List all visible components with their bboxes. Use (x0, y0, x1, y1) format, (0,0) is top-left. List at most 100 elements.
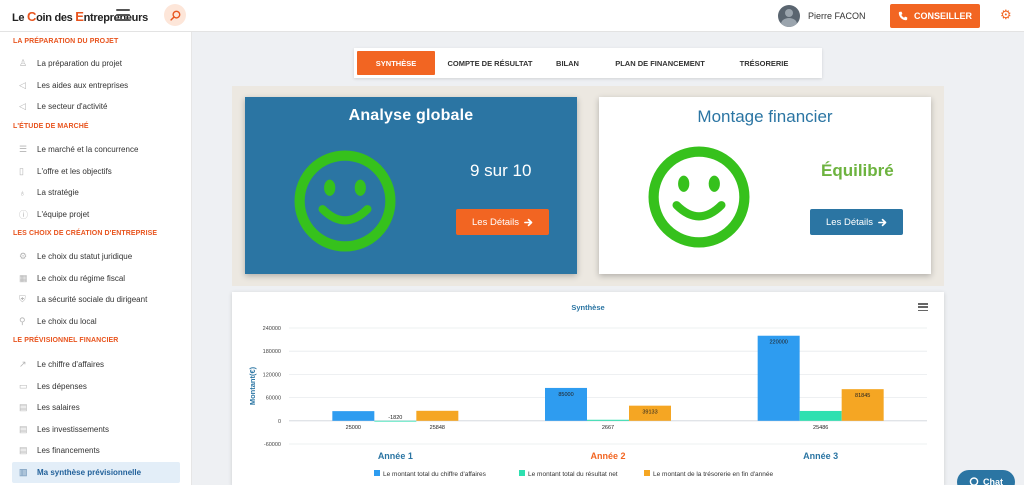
synthese-chart: Synthèse -60000 0 60000 120000 180000 240000 Mo… (248, 303, 927, 478)
smiley-icon (648, 146, 750, 248)
tab-plan-de-financement[interactable]: PLAN DE FINANCEMENT (590, 48, 730, 78)
sidebar-item[interactable]: ▯ L'offre et les objectifs (12, 161, 180, 182)
trend-icon: ↗ (19, 359, 27, 369)
sidebar-item-label: Les financements (37, 446, 100, 455)
search-icon (169, 10, 180, 21)
sidebar-item[interactable]: ⚲ Le choix du local (12, 311, 180, 332)
y-tick-label: 60000 (266, 396, 281, 402)
sidebar-item-label: Le choix du local (37, 316, 97, 326)
table-icon: ▤ (19, 445, 28, 455)
analyse-globale-card: Analyse globale 9 sur 10 Les Détails (245, 97, 577, 274)
data-label: 25486 (813, 425, 828, 431)
sidebar-item-label: L'offre et les objectifs (37, 166, 112, 176)
sidebar-item[interactable]: ⛨ La sécurité sociale du dirigeant (12, 289, 180, 310)
sidebar-item[interactable]: ⚙ Le choix du statut juridique (12, 246, 180, 267)
bar (416, 410, 459, 421)
list-icon: ☰ (19, 144, 28, 154)
sidebar-item-label: L'équipe projet (37, 209, 90, 219)
y-tick-label: 180000 (263, 349, 281, 355)
chart-title: Synthèse (571, 303, 604, 312)
y-tick-label: 240000 (263, 326, 281, 332)
sidebar-item[interactable]: ▭ Les dépenses (12, 376, 180, 397)
data-label: 25848 (430, 425, 445, 431)
chat-icon (969, 477, 979, 485)
table-icon: ▤ (19, 402, 28, 412)
y-tick-label: 120000 (263, 372, 281, 378)
x-category-label: Année 1 (378, 451, 413, 461)
y-tick-label: 0 (278, 419, 281, 425)
sidebar-item[interactable]: ▤ Les financements (12, 440, 180, 461)
tab-bar: SYNTHÈSE COMPTE DE RÉSULTAT BILAN PLAN D… (354, 48, 822, 78)
chat-button[interactable]: Chat (957, 470, 1015, 485)
tab-synthese[interactable]: SYNTHÈSE (357, 51, 435, 75)
sidebar-item-label: Les investissements (37, 424, 110, 434)
y-tick-label: -60000 (264, 442, 281, 448)
montage-details-button[interactable]: Les Détails (810, 209, 903, 235)
avatar[interactable] (778, 5, 800, 27)
data-label: 39133 (642, 410, 657, 416)
legend-swatch (644, 470, 650, 476)
sidebar-item[interactable]: ▦ Le choix du régime fiscal (12, 268, 180, 289)
bar (587, 419, 629, 421)
sidebar-item[interactable]: ⓘ L'équipe projet (12, 204, 180, 225)
pin-icon: ⚲ (19, 315, 26, 326)
sidebar-item-label: Le choix du régime fiscal (37, 273, 126, 283)
sidebar-item-label: Les salaires (37, 403, 80, 412)
info-icon: ⓘ (19, 209, 29, 220)
sidebar-item[interactable]: ◁ Le secteur d'activité (12, 96, 180, 117)
montage-financier-card: Montage financier Équilibré Les Détails (599, 97, 931, 274)
sidebar-item[interactable]: ◁ Les aides aux entreprises (12, 75, 180, 96)
global-details-button[interactable]: Les Détails (456, 209, 549, 235)
tab-compte-de-resultat[interactable]: COMPTE DE RÉSULTAT (435, 48, 545, 78)
data-label: 220000 (769, 340, 787, 346)
bar (757, 335, 800, 421)
sidebar-item-label: Le choix du statut juridique (37, 252, 133, 261)
sidebar-item-label: Les aides aux entreprises (37, 80, 129, 90)
calendar-icon: ▦ (19, 272, 28, 283)
document-icon: ▯ (19, 165, 24, 176)
tab-bilan[interactable]: BILAN (545, 48, 590, 78)
sidebar-item[interactable]: ♙ La préparation du projet (12, 53, 180, 74)
sidebar-item[interactable]: ▤ Les salaires (12, 397, 180, 418)
sidebar-item[interactable]: ▥ Ma synthèse prévisionnelle (12, 461, 180, 483)
y-axis-label: Montant(€) (248, 366, 257, 405)
megaphone-icon: ◁ (19, 101, 26, 111)
sidebar-section-title: LA PRÉPARATION DU PROJET (13, 38, 119, 45)
sidebar-item-label: Les dépenses (37, 381, 87, 391)
sidebar-item-label: La préparation du projet (37, 59, 122, 68)
legend-item: Le montant de la trésorerie en fin d'ann… (653, 471, 774, 478)
chart-menu-icon[interactable] (918, 303, 928, 311)
bar (332, 411, 375, 421)
sidebar-item-label: Le marché et la concurrence (37, 145, 139, 154)
x-category-label: Année 2 (590, 451, 625, 461)
hamburger-menu-icon[interactable] (116, 9, 130, 21)
sidebar-item-label: Ma synthèse prévisionnelle (37, 467, 142, 477)
user-name[interactable]: Pierre FACON (808, 11, 866, 21)
search-button[interactable] (164, 4, 186, 26)
data-label: 81845 (855, 393, 870, 399)
sidebar-item-label: La sécurité sociale du dirigeant (37, 295, 148, 304)
legend-swatch (519, 470, 525, 476)
sidebar-item[interactable]: ▤ Les investissements (12, 419, 180, 440)
gear-icon[interactable]: ⚙ (1000, 8, 1012, 21)
data-label: 25000 (346, 425, 361, 431)
sidebar: LA PRÉPARATION DU PROJET ♙ La préparation … (0, 32, 192, 485)
sidebar-section-title: LES CHOIX DE CRÉATION D'ENTREPRISE (13, 230, 158, 237)
tab-tresorerie[interactable]: TRÉSORERIE (730, 48, 798, 78)
gear-icon: ⚙ (19, 251, 28, 261)
sidebar-section-title: L'ÉTUDE DE MARCHÉ (13, 123, 89, 130)
data-label: 85000 (558, 392, 573, 398)
conseiller-button[interactable]: CONSEILLER (890, 4, 980, 28)
montage-status: Équilibré (821, 161, 894, 180)
data-label: 2667 (602, 425, 614, 431)
legend-swatch (374, 470, 380, 476)
sidebar-item[interactable]: ↗ Le chiffre d'affaires (12, 354, 180, 375)
shield-icon: ⛨ (19, 294, 26, 304)
global-score: 9 sur 10 (470, 161, 532, 180)
smiley-icon (294, 150, 396, 252)
table-icon: ▤ (19, 423, 28, 434)
top-bar: Le Coin des Entrepreneurs Pierre FACON C… (0, 0, 1024, 32)
sidebar-item[interactable]: ♁ La stratégie (12, 182, 180, 203)
sidebar-item[interactable]: ☰ Le marché et la concurrence (12, 139, 180, 160)
bar (799, 410, 842, 421)
